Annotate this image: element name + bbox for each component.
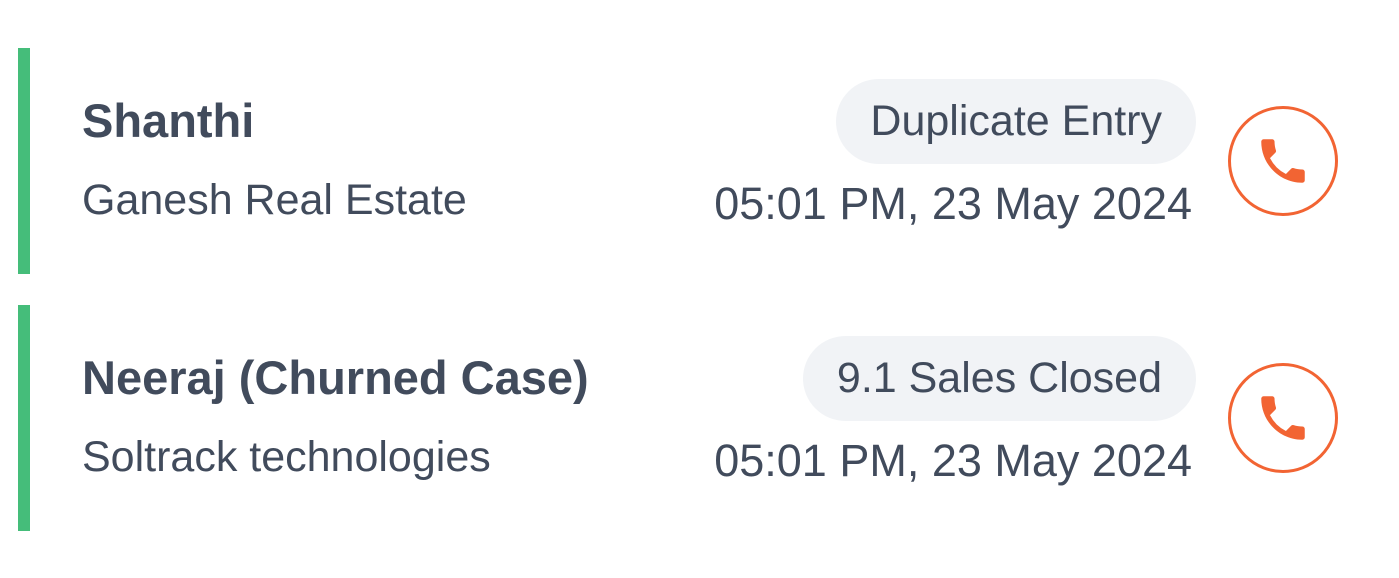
status-accent-bar <box>18 48 30 274</box>
status-accent-bar <box>18 305 30 531</box>
lead-company: Ganesh Real Estate <box>82 176 467 224</box>
lead-company: Soltrack technologies <box>82 433 491 481</box>
lead-name: Shanthi <box>82 94 255 147</box>
lead-name: Neeraj (Churned Case) <box>82 351 589 404</box>
lead-timestamp: 05:01 PM, 23 May 2024 <box>714 178 1192 229</box>
lead-timestamp: 05:01 PM, 23 May 2024 <box>714 435 1192 486</box>
status-badge: 9.1 Sales Closed <box>802 336 1196 421</box>
lead-row[interactable]: Neeraj (Churned Case) Soltrack technolog… <box>18 305 1358 531</box>
status-badge: Duplicate Entry <box>836 79 1196 164</box>
phone-icon <box>1261 139 1305 183</box>
lead-row[interactable]: Shanthi Ganesh Real Estate Duplicate Ent… <box>18 48 1358 274</box>
lead-list: Shanthi Ganesh Real Estate Duplicate Ent… <box>0 0 1399 578</box>
phone-icon <box>1261 396 1305 440</box>
call-button[interactable] <box>1228 363 1338 473</box>
call-button[interactable] <box>1228 106 1338 216</box>
